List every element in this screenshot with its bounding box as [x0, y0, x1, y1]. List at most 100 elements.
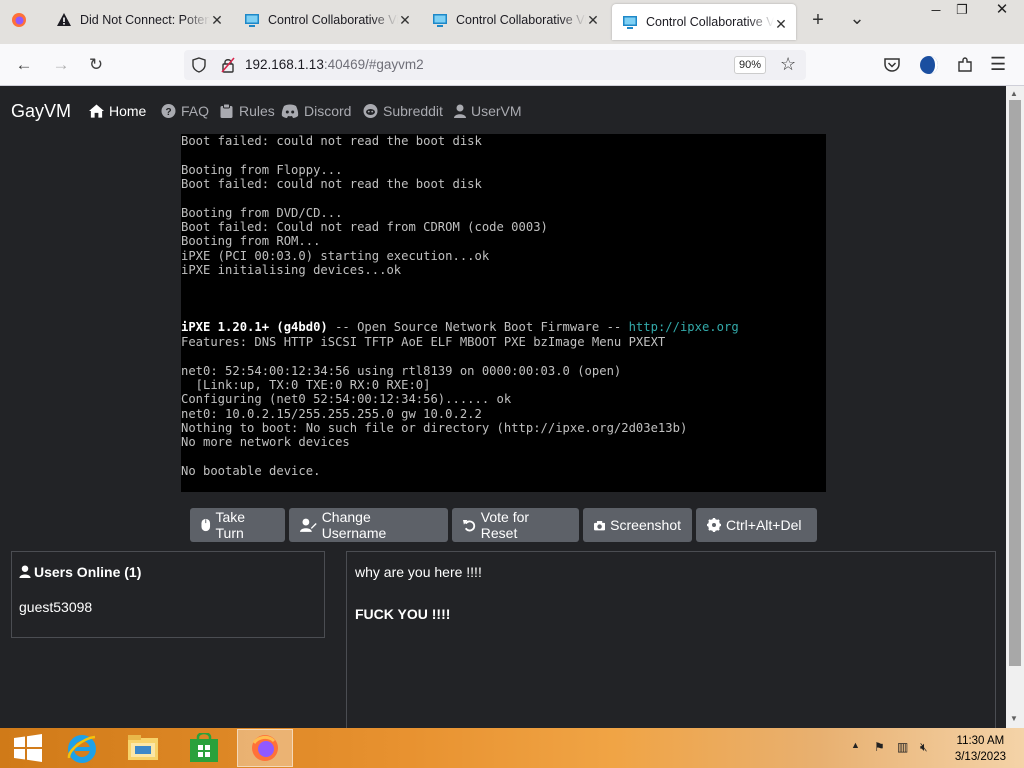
users-online-panel: Users Online (1) guest53098 [11, 551, 325, 638]
nav-home-label: Home [109, 103, 147, 119]
new-tab-button[interactable]: + [806, 9, 830, 32]
tab-security-warning[interactable]: Did Not Connect: Potential Security Issu… [46, 0, 232, 40]
url-text[interactable]: 192.168.1.13:40469/#gayvm2 [245, 57, 424, 72]
vote-reset-button[interactable]: Vote for Reset [452, 508, 579, 542]
home-icon [89, 104, 104, 118]
store-icon[interactable] [176, 730, 232, 766]
gear-icon [707, 518, 721, 532]
close-tab-icon[interactable]: ✕ [586, 12, 600, 29]
bookmark-star-icon[interactable]: ☆ [780, 54, 796, 75]
scrollbar-thumb[interactable] [1009, 100, 1021, 666]
console-line: net0: 10.0.2.15/255.255.255.0 gw 10.0.2.… [181, 406, 482, 421]
app-menu-icon[interactable]: ☰ [990, 54, 1006, 75]
start-button[interactable] [0, 730, 56, 766]
insecure-lock-icon[interactable] [220, 57, 236, 73]
vm-console-output: Boot failed: could not read the boot dis… [181, 134, 739, 478]
console-line: iPXE initialising devices...ok [181, 263, 402, 278]
nav-rules[interactable]: Rules [219, 103, 275, 119]
internet-explorer-icon[interactable] [54, 730, 110, 766]
reload-icon[interactable]: ↻ [85, 54, 107, 76]
take-turn-button[interactable]: Take Turn [190, 508, 285, 542]
svg-text:?: ? [165, 107, 171, 118]
windows-logo-icon [14, 734, 42, 762]
firefox-menu-icon[interactable] [11, 12, 27, 28]
ctrl-alt-del-label: Ctrl+Alt+Del [726, 517, 802, 533]
site-brand[interactable]: GayVM [11, 101, 71, 122]
console-line: Configuring (net0 52:54:00:12:34:56)....… [181, 392, 512, 407]
console-line: iPXE 1.20.1+ (g4bd0) -- Open Source Netw… [181, 320, 739, 335]
console-line: No more network devices [181, 435, 350, 450]
console-line: iPXE (PCI 00:03.0) starting execution...… [181, 248, 490, 263]
user-icon [19, 565, 31, 578]
tab-title: Did Not Connect: Potential Security Issu… [80, 13, 210, 27]
tab-cvm-1[interactable]: Control Collaborative Virtual Machines ✕ [234, 0, 420, 40]
file-explorer-icon[interactable] [115, 730, 171, 766]
screenshot-label: Screenshot [610, 517, 681, 533]
vm-button-row: Take Turn Change Username Vote for Reset… [190, 508, 817, 542]
console-line: net0: 52:54:00:12:34:56 using rtl8139 on… [181, 363, 622, 378]
network-icon[interactable]: ▥ [897, 740, 908, 754]
tab-title: Control Collaborative Virtual Machines [646, 15, 774, 29]
nav-discord[interactable]: Discord [281, 103, 351, 119]
firefox-icon[interactable] [237, 729, 293, 767]
back-arrow-icon[interactable]: ← [13, 54, 35, 76]
console-line: Boot failed: could not read the boot dis… [181, 177, 482, 192]
nav-faq[interactable]: ? FAQ [161, 103, 209, 119]
chat-panel: why are you here !!!! FUCK YOU !!!! [346, 551, 996, 731]
console-line: [Link:up, TX:0 TXE:0 RX:0 RXE:0] [181, 377, 431, 392]
scroll-down-icon[interactable]: ▼ [1010, 714, 1018, 723]
page-scrollbar[interactable]: ▲ ▼ [1006, 86, 1024, 728]
ctrl-alt-del-button[interactable]: Ctrl+Alt+Del [696, 508, 817, 542]
question-icon: ? [161, 104, 176, 118]
nav-rules-label: Rules [239, 103, 275, 119]
close-tab-icon[interactable]: ✕ [398, 12, 412, 29]
tab-cvm-3[interactable]: Control Collaborative Virtual Machines ✕ [612, 4, 796, 40]
monitor-icon [433, 14, 447, 27]
tracking-shield-icon[interactable] [191, 57, 207, 73]
change-username-button[interactable]: Change Username [289, 508, 448, 542]
forward-arrow-icon[interactable]: → [50, 54, 72, 76]
vm-display[interactable]: Boot failed: could not read the boot dis… [181, 134, 826, 492]
camera-icon [594, 520, 606, 530]
user-edit-icon [300, 518, 317, 532]
url-bar[interactable]: 192.168.1.13:40469/#gayvm2 90% ☆ [184, 50, 806, 80]
extensions-puzzle-icon[interactable] [956, 56, 974, 74]
extension-icon[interactable] [919, 55, 939, 75]
users-online-heading: Users Online (1) [19, 564, 141, 580]
console-line: Booting from ROM... [181, 234, 321, 249]
user-list-item[interactable]: guest53098 [19, 599, 92, 615]
windows-taskbar: ▲ ⚑ ▥ 🔇︎ 11:30 AM 3/13/2023 [0, 728, 1024, 768]
volume-muted-icon[interactable]: 🔇︎ [920, 740, 928, 755]
nav-home[interactable]: Home [89, 103, 146, 119]
list-all-tabs-button[interactable]: ⌄ [846, 8, 868, 29]
nav-uservm-label: UserVM [471, 103, 522, 119]
zoom-level-button[interactable]: 90% [734, 56, 766, 74]
nav-uservm[interactable]: UserVM [454, 103, 522, 119]
restore-button[interactable]: ❐ [944, 0, 980, 22]
action-center-flag-icon[interactable]: ⚑ [874, 740, 885, 754]
tab-title: Control Collaborative Virtual Machines [268, 13, 398, 27]
chat-message: FUCK YOU !!!! [355, 606, 451, 622]
nav-discord-label: Discord [304, 103, 352, 119]
close-tab-icon[interactable]: ✕ [210, 12, 224, 29]
take-turn-label: Take Turn [215, 509, 246, 541]
scroll-up-icon[interactable]: ▲ [1010, 89, 1018, 98]
tab-cvm-2[interactable]: Control Collaborative Virtual Machines ✕ [422, 0, 608, 40]
show-hidden-icons-button[interactable]: ▲ [851, 740, 860, 750]
change-username-label: Change Username [321, 509, 387, 541]
screenshot-button[interactable]: Screenshot [583, 508, 692, 542]
console-line: Booting from Floppy... [181, 162, 343, 177]
console-line: Boot failed: Could not read from CDROM (… [181, 220, 548, 235]
taskbar-clock[interactable]: 11:30 AM 3/13/2023 [955, 733, 1006, 765]
close-tab-icon[interactable]: ✕ [774, 16, 788, 33]
close-window-button[interactable]: ✕ [984, 0, 1020, 22]
nav-subreddit[interactable]: Subreddit [363, 103, 443, 119]
pocket-icon[interactable] [883, 56, 901, 74]
mouse-icon [201, 518, 211, 532]
